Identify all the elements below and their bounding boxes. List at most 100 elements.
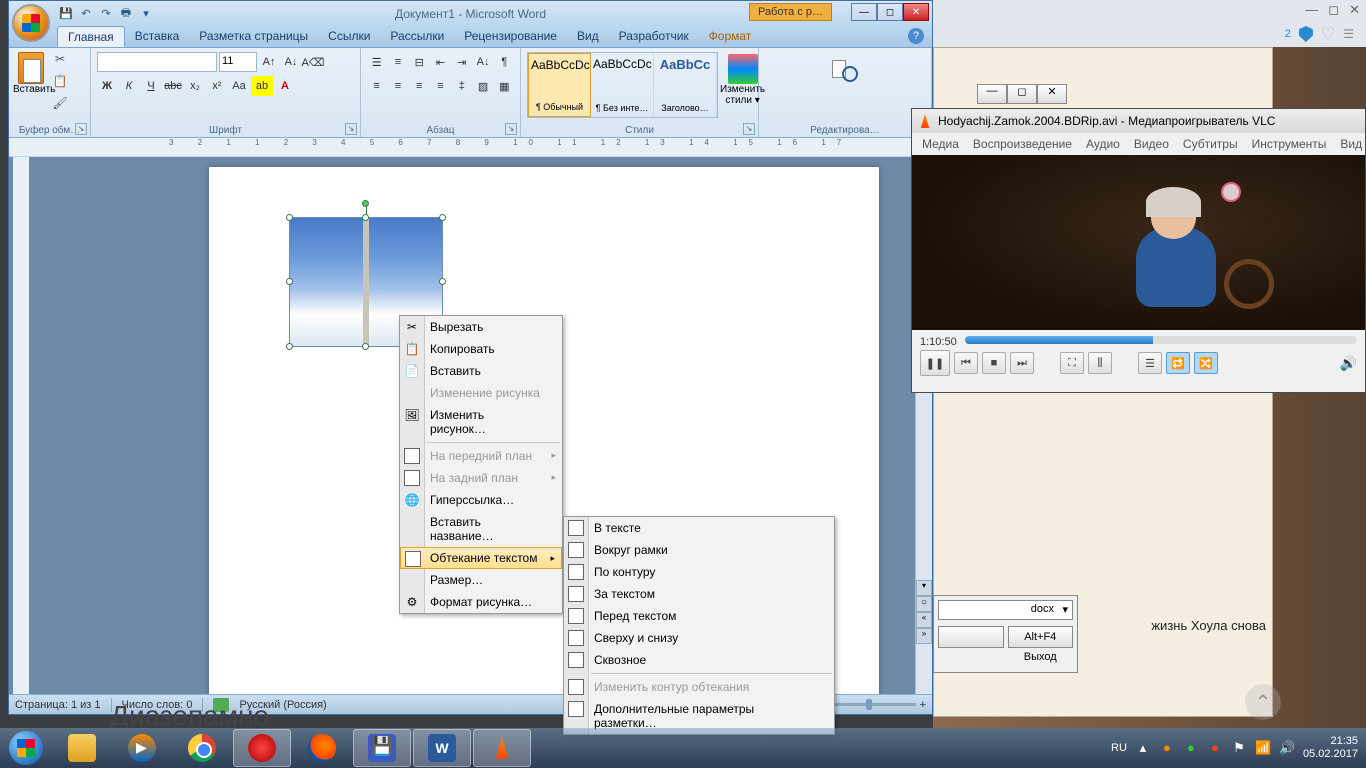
style-heading1[interactable]: AaBbCc Заголово…	[654, 53, 717, 117]
strike-button[interactable]: abc	[163, 76, 183, 96]
word-close-button[interactable]: ✕	[903, 3, 929, 21]
tb-vlc[interactable]	[473, 729, 531, 767]
vlc-menu-media[interactable]: Медиа	[916, 135, 965, 153]
start-button[interactable]	[0, 728, 52, 768]
qat-save-icon[interactable]: 💾	[57, 4, 75, 22]
dialog-launcher-font[interactable]: ↘	[345, 123, 357, 135]
italic-button[interactable]: К	[119, 76, 139, 96]
format-combo[interactable]: docx	[938, 600, 1073, 620]
vlc-menu-view[interactable]: Вид	[1334, 135, 1366, 153]
dialog-close-icon[interactable]: ✕	[1037, 84, 1067, 104]
qat-undo-icon[interactable]: ↶	[77, 4, 95, 22]
tab-format[interactable]: Формат	[699, 26, 762, 47]
vlc-menu-audio[interactable]: Аудио	[1080, 135, 1126, 153]
scroll-down-button[interactable]: ▾	[916, 580, 932, 596]
dialog-max-icon[interactable]: ◻	[1007, 84, 1037, 104]
numbering-button[interactable]: ≡	[388, 52, 407, 72]
cm-copy[interactable]: 📋Копировать	[400, 338, 562, 360]
rotate-handle[interactable]	[362, 200, 369, 207]
next-page-button[interactable]: »	[916, 628, 932, 644]
browser-menu-icon[interactable]: ☰	[1343, 27, 1354, 41]
resize-handle-tl[interactable]	[286, 214, 293, 221]
resize-handle-tr[interactable]	[439, 214, 446, 221]
vlc-prev-button[interactable]: ⏮	[954, 352, 978, 374]
vlc-loop-button[interactable]: 🔁	[1166, 352, 1190, 374]
cut-icon[interactable]: ✂	[51, 52, 69, 70]
vlc-seek-bar[interactable]	[965, 336, 1357, 344]
tab-insert[interactable]: Вставка	[125, 26, 190, 47]
grow-font-icon[interactable]: A↑	[259, 52, 279, 72]
align-left-button[interactable]: ≡	[367, 76, 386, 96]
clear-format-icon[interactable]: A⌫	[303, 52, 323, 72]
resize-handle-ml[interactable]	[286, 278, 293, 285]
heart-icon[interactable]: ♡	[1321, 24, 1335, 44]
notification-badge[interactable]: 2	[1285, 28, 1291, 40]
vlc-volume-icon[interactable]: 🔊	[1340, 355, 1357, 372]
vlc-pause-button[interactable]: ❚❚	[920, 350, 950, 376]
align-center-button[interactable]: ≡	[388, 76, 407, 96]
dialog-exit-button[interactable]: Alt+F4 Выход	[1008, 626, 1074, 648]
vlc-ext-settings-button[interactable]: ⫼	[1088, 352, 1112, 374]
browser-min-icon[interactable]: ―	[1305, 2, 1318, 18]
prev-page-button[interactable]: «	[916, 612, 932, 628]
tb-word[interactable]: W	[413, 729, 471, 767]
word-titlebar[interactable]: 💾 ↶ ↷ 🖶 ▾ Документ1 - Microsoft Word Раб…	[9, 1, 932, 26]
show-marks-button[interactable]: ¶	[495, 52, 514, 72]
vlc-titlebar[interactable]: Hodyachij.Zamok.2004.BDRip.avi - Медиапр…	[912, 109, 1365, 133]
vlc-stop-button[interactable]: ■	[982, 352, 1006, 374]
vlc-time-elapsed[interactable]: 1:10:50	[920, 336, 957, 348]
shading-button[interactable]: ▨	[473, 76, 492, 96]
bold-button[interactable]: Ж	[97, 76, 117, 96]
tab-review[interactable]: Рецензирование	[454, 26, 567, 47]
wrap-square[interactable]: Вокруг рамки	[564, 539, 834, 561]
resize-handle-bl[interactable]	[286, 343, 293, 350]
cm-text-wrapping[interactable]: Обтекание текстом▸	[400, 547, 562, 569]
sort-button[interactable]: A↓	[473, 52, 492, 72]
word-max-button[interactable]: ◻	[877, 3, 903, 21]
dialog-launcher-styles[interactable]: ↘	[743, 123, 755, 135]
vertical-ruler[interactable]	[13, 157, 29, 694]
contextual-tab-label[interactable]: Работа с р…	[749, 3, 832, 21]
font-size-combo[interactable]: 11	[219, 52, 257, 72]
find-icon[interactable]	[830, 54, 860, 84]
vlc-menu-tools[interactable]: Инструменты	[1246, 135, 1333, 153]
tab-mailings[interactable]: Рассылки	[380, 26, 454, 47]
resize-handle-mr[interactable]	[439, 278, 446, 285]
tray-app1-icon[interactable]: ●	[1159, 740, 1175, 756]
zoom-slider[interactable]	[826, 703, 916, 706]
qat-print-icon[interactable]: 🖶	[117, 4, 135, 22]
wrap-top-bottom[interactable]: Сверху и снизу	[564, 627, 834, 649]
taskbar-clock[interactable]: 21:35 05.02.2017	[1303, 735, 1358, 761]
cm-paste[interactable]: 📄Вставить	[400, 360, 562, 382]
help-icon[interactable]: ?	[908, 28, 924, 44]
vlc-video-area[interactable]	[912, 155, 1365, 330]
tb-media-player[interactable]	[113, 729, 171, 767]
shrink-font-icon[interactable]: A↓	[281, 52, 301, 72]
shield-icon[interactable]	[1299, 26, 1313, 42]
wrap-behind[interactable]: За текстом	[564, 583, 834, 605]
style-no-spacing[interactable]: AaBbCcDc ¶ Без инте…	[591, 53, 654, 117]
tb-save-app[interactable]	[353, 729, 411, 767]
indent-inc-button[interactable]: ⇥	[452, 52, 471, 72]
tb-firefox[interactable]	[293, 729, 351, 767]
horizontal-ruler[interactable]: 3 2 1 1 2 3 4 5 6 7 8 9 10 11 12 13 14 1…	[9, 138, 932, 156]
dialog-launcher-clipboard[interactable]: ↘	[75, 123, 87, 135]
resize-handle-tm[interactable]	[362, 214, 369, 221]
vlc-shuffle-button[interactable]: 🔀	[1194, 352, 1218, 374]
scroll-top-button[interactable]: ⌃	[1245, 684, 1281, 720]
subscript-button[interactable]: x₂	[185, 76, 205, 96]
word-min-button[interactable]: ―	[851, 3, 877, 21]
tb-explorer[interactable]	[53, 729, 111, 767]
resize-handle-bm[interactable]	[362, 343, 369, 350]
wrap-front[interactable]: Перед текстом	[564, 605, 834, 627]
tray-app2-icon[interactable]: ●	[1183, 740, 1199, 756]
office-button[interactable]	[12, 4, 50, 42]
bullets-button[interactable]: ☰	[367, 52, 386, 72]
status-page[interactable]: Страница: 1 из 1	[15, 699, 101, 711]
tray-flag-icon[interactable]: ⚑	[1231, 740, 1247, 756]
superscript-button[interactable]: x²	[207, 76, 227, 96]
borders-button[interactable]: ▦	[495, 76, 514, 96]
style-normal[interactable]: AaBbCcDc ¶ Обычный	[528, 53, 591, 117]
tray-app3-icon[interactable]: ●	[1207, 740, 1223, 756]
wrap-inline[interactable]: В тексте	[564, 517, 834, 539]
